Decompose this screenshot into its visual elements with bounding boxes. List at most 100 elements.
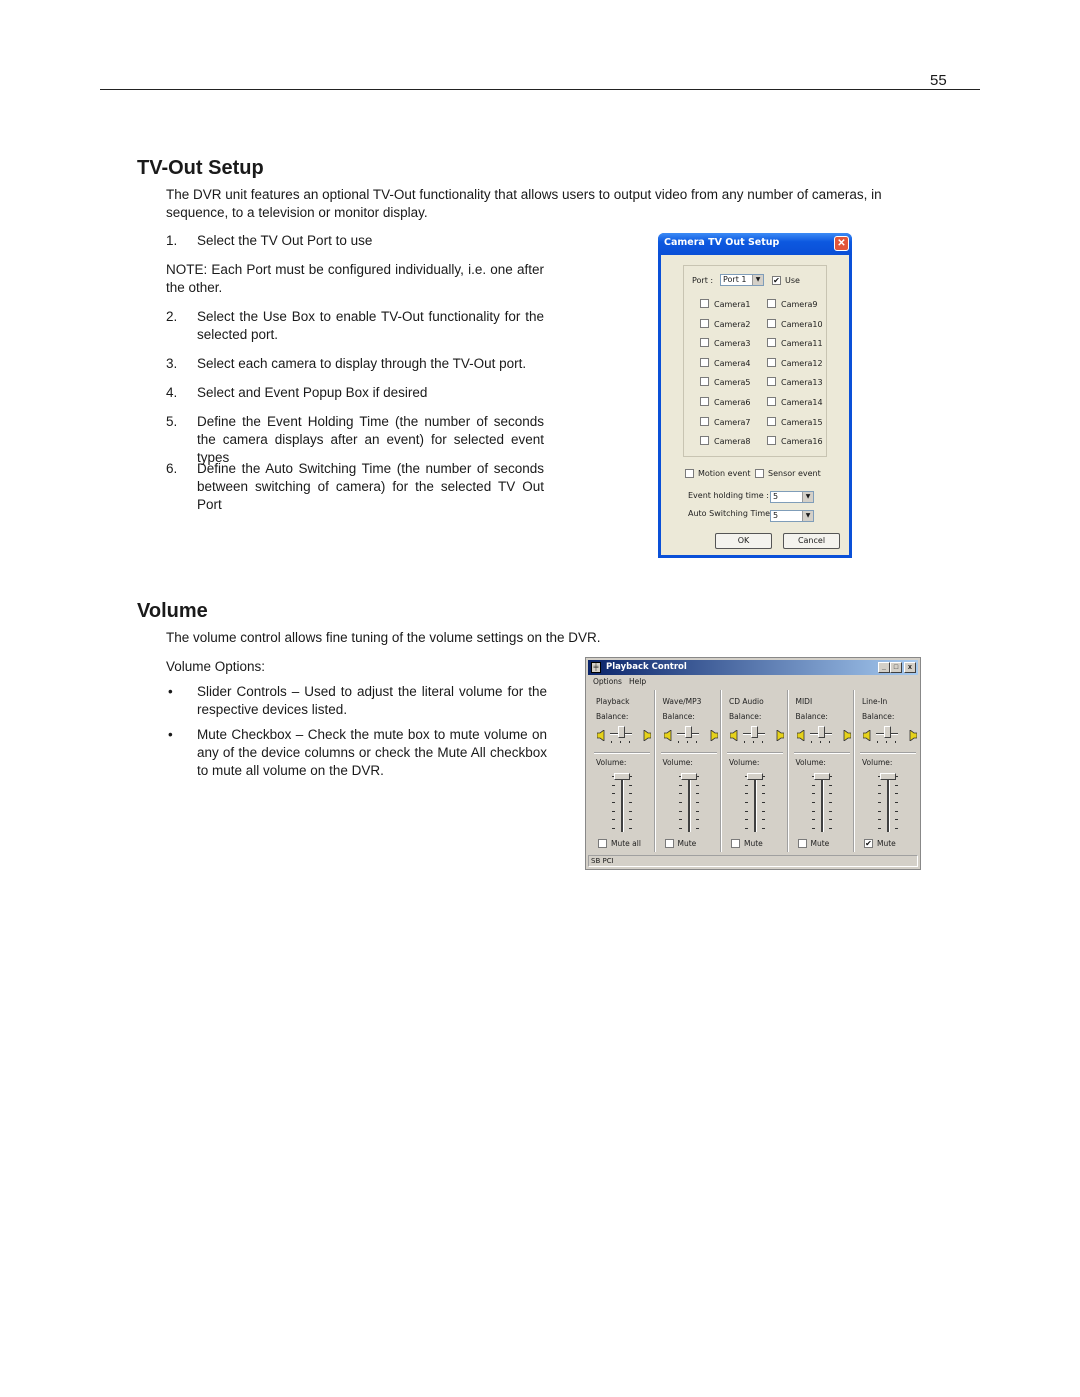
camera-checkbox[interactable]: [767, 357, 776, 367]
mute-label: Mute: [677, 839, 697, 848]
tvout-heading: TV-Out Setup: [137, 157, 264, 179]
camera-checkbox[interactable]: [767, 377, 776, 387]
volume-slider-thumb[interactable]: [680, 773, 697, 780]
balance-thumb[interactable]: [884, 726, 891, 738]
volume-slider-thumb[interactable]: [813, 773, 830, 780]
menu-help[interactable]: Help: [629, 677, 646, 686]
mixer-column: Playback Balance: Volume: Mute all: [592, 690, 658, 856]
port-select[interactable]: Port 1 ▼: [720, 274, 764, 286]
dialog-title: Camera TV Out Setup: [664, 237, 780, 248]
volume-slider-thumb[interactable]: [880, 773, 896, 780]
balance-thumb[interactable]: [684, 726, 692, 738]
camera-checkbox[interactable]: [700, 338, 709, 348]
tick: [828, 802, 832, 803]
divider: [727, 752, 783, 754]
event-holding-select[interactable]: 5 ▼: [770, 491, 814, 503]
ok-button[interactable]: OK: [715, 533, 772, 549]
minimize-icon[interactable]: _: [878, 662, 890, 673]
tick: [895, 793, 898, 795]
menu-options[interactable]: Options: [593, 677, 622, 686]
tick: [878, 784, 881, 786]
column-separator: [786, 690, 789, 852]
mute-checkbox[interactable]: [731, 839, 740, 848]
mute-checkbox[interactable]: ✔: [864, 839, 873, 848]
tick: [678, 828, 682, 829]
volume-track[interactable]: [820, 776, 824, 832]
camera-checkbox[interactable]: [700, 416, 709, 426]
close-icon[interactable]: x: [904, 662, 916, 673]
volume-slider-thumb[interactable]: [747, 773, 763, 780]
camera-checkbox[interactable]: [700, 299, 709, 308]
use-checkbox[interactable]: ✔: [772, 276, 781, 285]
balance-thumb[interactable]: [618, 726, 625, 738]
volume-track[interactable]: [687, 776, 691, 832]
tick: [895, 802, 898, 803]
camera-checkbox[interactable]: [767, 397, 776, 406]
bullet-icon: •: [168, 727, 173, 742]
tick: [878, 793, 881, 795]
maximize-icon[interactable]: □: [890, 662, 902, 673]
close-icon[interactable]: ✕: [834, 236, 849, 251]
volume-label: Volume:: [862, 758, 893, 767]
volume-label: Volume:: [596, 758, 627, 767]
balance-label: Balance:: [795, 712, 828, 721]
tick: [629, 810, 632, 812]
tick: [695, 819, 699, 821]
volume-slider-thumb[interactable]: [614, 773, 630, 780]
mute-label: Mute: [877, 839, 896, 848]
camera-label: Camera4: [714, 358, 751, 368]
volume-label: Volume:: [795, 758, 826, 767]
camera-checkbox[interactable]: [700, 377, 709, 387]
sensor-event-checkbox[interactable]: [755, 469, 764, 478]
tick: [811, 784, 815, 786]
tick: [695, 793, 699, 795]
motion-event-checkbox[interactable]: [685, 469, 694, 478]
camera-checkbox[interactable]: [700, 318, 709, 328]
balance-thumb[interactable]: [751, 726, 758, 738]
tick: [612, 810, 615, 812]
camera-label: Camera11: [781, 339, 823, 349]
tick: [745, 819, 748, 821]
tick: [678, 784, 682, 786]
camera-checkbox[interactable]: [700, 357, 709, 367]
balance-thumb[interactable]: [817, 726, 825, 738]
window-titlebar[interactable]: ╪ Playback Control _ □ x: [588, 660, 918, 675]
tick: [695, 741, 697, 743]
cancel-button[interactable]: Cancel: [783, 533, 840, 549]
camera-checkbox[interactable]: [767, 299, 776, 308]
volume-track[interactable]: [754, 776, 757, 832]
balance-label: Balance:: [662, 712, 695, 721]
mute-checkbox[interactable]: [664, 839, 674, 848]
camera-checkbox[interactable]: [767, 436, 776, 446]
tick: [686, 741, 688, 743]
speaker-right-icon: [775, 728, 785, 742]
mute-checkbox[interactable]: [797, 839, 807, 848]
header-rule: [100, 89, 980, 90]
camera-checkbox[interactable]: [767, 416, 776, 426]
tick: [629, 828, 632, 829]
tick: [678, 793, 682, 795]
dialog-titlebar[interactable]: Camera TV Out Setup ✕: [658, 233, 852, 255]
divider: [660, 752, 717, 754]
tick: [612, 819, 615, 821]
tick: [629, 741, 630, 743]
camera-checkbox[interactable]: [767, 318, 776, 328]
tick: [677, 741, 679, 743]
volume-track[interactable]: [621, 776, 624, 832]
camera-label: Camera9: [781, 300, 818, 309]
tick: [810, 741, 812, 743]
camera-checkbox[interactable]: [700, 397, 709, 406]
camera-label: Camera10: [781, 319, 823, 329]
volume-options-label: Volume Options:: [166, 659, 266, 674]
auto-switching-select[interactable]: 5 ▼: [770, 510, 814, 522]
tick: [895, 784, 898, 786]
tick: [811, 802, 815, 803]
divider: [860, 752, 916, 754]
tick: [828, 793, 832, 795]
tick: [878, 802, 881, 803]
camera-checkbox[interactable]: [767, 338, 776, 348]
camera-checkbox[interactable]: [700, 436, 709, 446]
volume-track[interactable]: [887, 776, 890, 832]
mute-checkbox[interactable]: [598, 839, 607, 848]
tick: [811, 828, 815, 829]
